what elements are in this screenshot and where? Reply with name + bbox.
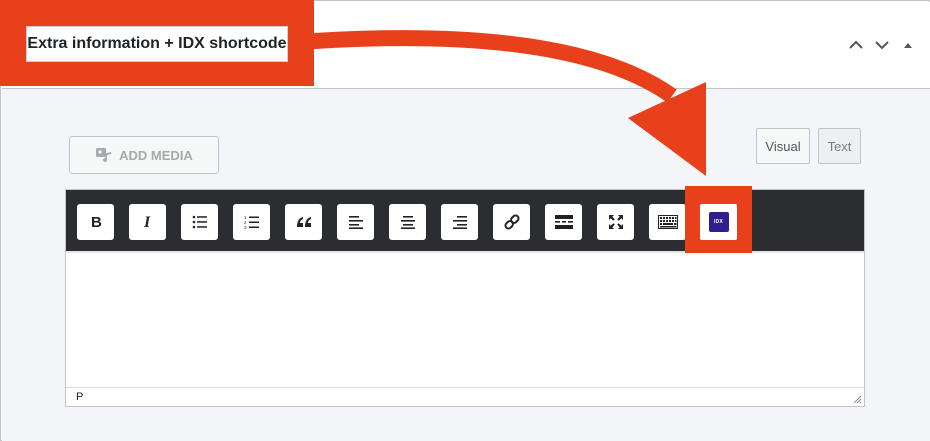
numbered-list-icon: 1 2 3 <box>244 215 259 230</box>
toggle-panel-button[interactable] <box>898 36 918 54</box>
idx-logo-icon: IDX <box>708 212 729 232</box>
bulleted-list-button[interactable] <box>181 204 218 240</box>
bold-icon: B <box>91 214 102 230</box>
add-media-label: ADD MEDIA <box>119 147 193 163</box>
editor-statusbar: P <box>66 387 864 406</box>
link-icon <box>503 214 520 230</box>
align-center-button[interactable] <box>389 204 426 240</box>
fullscreen-icon <box>608 215 623 229</box>
keyboard-icon <box>657 215 678 229</box>
bulleted-list-icon <box>192 215 207 229</box>
rich-text-editor: B I 1 2 3 IDX P <box>65 186 865 407</box>
blockquote-button[interactable] <box>285 204 322 240</box>
align-left-button[interactable] <box>337 204 374 240</box>
align-right-icon <box>452 216 467 229</box>
element-path[interactable]: P <box>76 391 83 403</box>
chevron-up-icon <box>849 40 863 49</box>
metabox-handle-actions <box>846 36 918 54</box>
tab-text[interactable]: Text <box>818 128 861 164</box>
chevron-down-icon <box>875 41 889 50</box>
italic-button[interactable]: I <box>129 204 166 240</box>
editor-toolbar: B I 1 2 3 IDX <box>66 186 864 253</box>
align-center-icon <box>400 216 415 229</box>
toolbar-toggle-button[interactable] <box>649 204 686 240</box>
fullscreen-button[interactable] <box>597 204 634 240</box>
triangle-up-icon <box>904 43 912 48</box>
metabox-title[interactable]: Extra information + IDX shortcode <box>26 26 288 62</box>
tab-visual[interactable]: Visual <box>756 128 810 164</box>
move-down-button[interactable] <box>872 36 892 54</box>
svg-text:I: I <box>143 214 151 230</box>
resize-handle-icon[interactable] <box>853 395 862 404</box>
read-more-button[interactable] <box>545 204 582 240</box>
add-media-button[interactable]: ADD MEDIA <box>69 136 219 174</box>
media-icon <box>96 148 112 163</box>
insert-link-button[interactable] <box>493 204 530 240</box>
align-left-icon <box>348 216 363 229</box>
editor-content-area[interactable] <box>66 253 864 387</box>
italic-icon: I <box>143 214 151 230</box>
idx-shortcode-button[interactable]: IDX <box>700 204 737 240</box>
svg-text:B: B <box>91 214 102 230</box>
numbered-list-button[interactable]: 1 2 3 <box>233 204 270 240</box>
read-more-icon <box>554 215 573 229</box>
align-right-button[interactable] <box>441 204 478 240</box>
quote-icon <box>296 217 311 227</box>
bold-button[interactable]: B <box>77 204 114 240</box>
move-up-button[interactable] <box>846 36 866 54</box>
svg-text:3: 3 <box>244 225 247 230</box>
